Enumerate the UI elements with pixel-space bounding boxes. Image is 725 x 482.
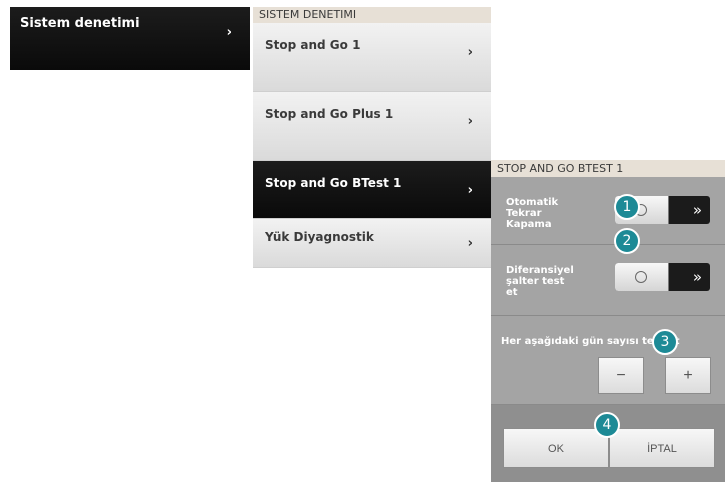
panel-header: STOP AND GO BTEST 1 <box>491 160 725 177</box>
ok-button[interactable]: OK <box>503 428 609 468</box>
auto-reclose-label: Otomatik Tekrar Kapama <box>506 197 558 230</box>
diff-switch-test-label: Diferansiyel şalter test et <box>506 265 574 298</box>
label-line: Diferansiyel <box>506 265 574 276</box>
list-item-stop-and-go-plus-1[interactable]: Stop and Go Plus 1 › <box>253 92 491 161</box>
list-item-label: Stop and Go BTest 1 <box>265 176 402 190</box>
decrement-button[interactable]: − <box>598 357 644 394</box>
label-line: Kapama <box>506 219 552 230</box>
chevron-right-icon: › <box>226 25 232 40</box>
diff-switch-test-row: Diferansiyel şalter test et » <box>491 245 725 316</box>
list-item-stop-and-go-btest-1[interactable]: Stop and Go BTest 1 › <box>253 161 491 219</box>
chevron-right-icon: › <box>467 236 473 251</box>
chevron-right-icon: › <box>467 183 473 198</box>
double-chevron-right-icon: » <box>692 201 702 219</box>
label-line: et <box>506 287 518 298</box>
list-item-label: Yük Diyagnostik <box>265 230 374 244</box>
auto-reclose-row: Otomatik Tekrar Kapama » <box>491 177 725 245</box>
callout-badge-3: 3 <box>652 329 678 355</box>
callout-badge-2: 2 <box>614 228 640 254</box>
menu-item-sistem-denetimi[interactable]: Sistem denetimi › <box>10 7 250 70</box>
toggle-knob[interactable] <box>615 263 669 291</box>
chevron-right-icon: › <box>467 114 473 129</box>
panel-header: SISTEM DENETIMI <box>253 7 491 23</box>
increment-button[interactable]: + <box>665 357 711 394</box>
callout-badge-4: 4 <box>594 412 620 438</box>
label-line: Otomatik <box>506 197 559 208</box>
list-item-label: Stop and Go 1 <box>265 38 361 52</box>
menu-item-label: Sistem denetimi <box>20 16 140 31</box>
list-item-stop-and-go-1[interactable]: Stop and Go 1 › <box>253 23 491 92</box>
double-chevron-right-icon: » <box>692 268 702 286</box>
days-count-row: Her aşağıdaki gün sayısı test et − + <box>491 316 725 405</box>
callout-badge-1: 1 <box>614 194 640 220</box>
label-line: şalter test <box>506 276 565 287</box>
system-control-panel: SISTEM DENETIMI Stop and Go 1 › Stop and… <box>253 7 491 268</box>
list-item-yuk-diyagnostik[interactable]: Yük Diyagnostik › <box>253 219 491 268</box>
diff-switch-test-toggle[interactable]: » <box>615 263 710 291</box>
label-line: Tekrar <box>506 208 542 219</box>
list-item-label: Stop and Go Plus 1 <box>265 107 394 121</box>
chevron-right-icon: › <box>467 45 473 60</box>
circle-icon <box>635 271 647 283</box>
cancel-button[interactable]: İPTAL <box>609 428 715 468</box>
